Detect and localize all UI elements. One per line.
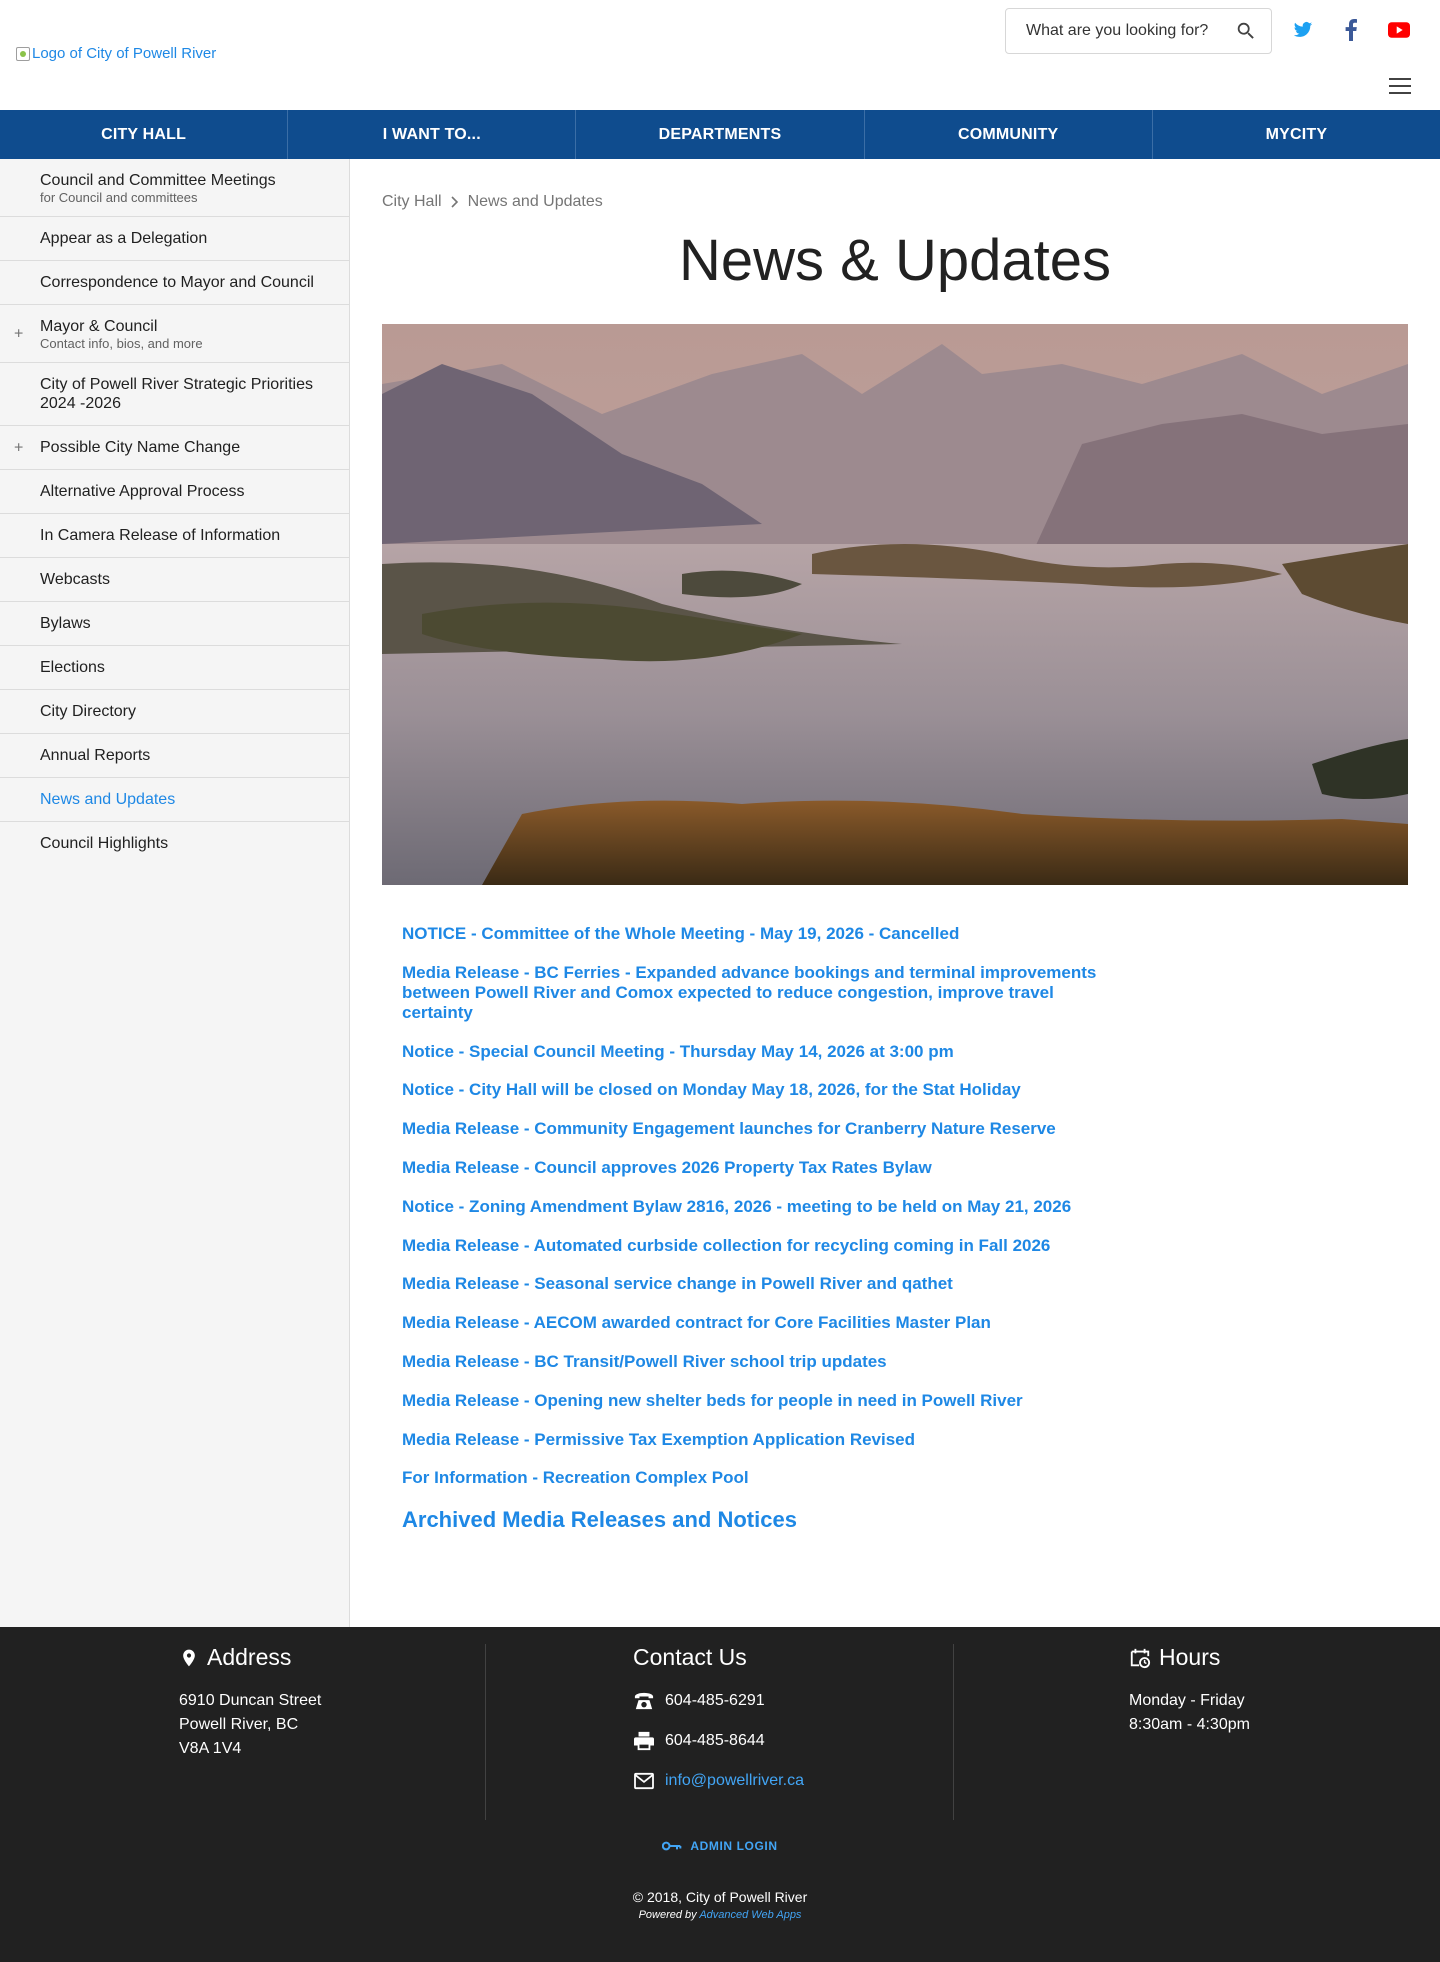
- breadcrumb-city-hall[interactable]: City Hall: [382, 193, 442, 211]
- email-icon: [634, 1772, 654, 1790]
- news-link[interactable]: Media Release - BC Ferries - Expanded ad…: [402, 963, 1122, 1023]
- footer-contact: Contact Us 604-485-6291 604-485-8644 inf…: [633, 1644, 804, 1790]
- sidebar-item-correspondence[interactable]: Correspondence to Mayor and Council: [0, 261, 349, 305]
- powered-by: Powered by Advanced Web Apps: [638, 1909, 802, 1921]
- expand-plus-icon[interactable]: +: [14, 438, 23, 457]
- sidebar-item-bylaws[interactable]: Bylaws: [0, 602, 349, 646]
- news-link[interactable]: Media Release - AECOM awarded contract f…: [402, 1313, 1302, 1333]
- nav-city-hall[interactable]: CITY HALL: [0, 110, 289, 159]
- search-icon[interactable]: [1235, 20, 1257, 42]
- sidebar-item-annual-reports[interactable]: Annual Reports: [0, 734, 349, 778]
- phone-icon: [634, 1692, 654, 1710]
- news-link[interactable]: Media Release - Permissive Tax Exemption…: [402, 1430, 1302, 1450]
- main-nav: CITY HALL I WANT TO... DEPARTMENTS COMMU…: [0, 110, 1440, 159]
- sidebar: Council and Committee Meetings for Counc…: [0, 159, 350, 1627]
- email-link[interactable]: info@powellriver.ca: [665, 1772, 804, 1790]
- sidebar-item-city-directory[interactable]: City Directory: [0, 690, 349, 734]
- nav-community[interactable]: COMMUNITY: [865, 110, 1153, 159]
- address-line: 6910 Duncan Street: [179, 1692, 322, 1709]
- sidebar-item-council-highlights[interactable]: Council Highlights: [0, 822, 349, 865]
- news-link[interactable]: NOTICE - Committee of the Whole Meeting …: [402, 924, 1302, 944]
- news-link[interactable]: Media Release - Council approves 2026 Pr…: [402, 1158, 1302, 1178]
- sidebar-item-webcasts[interactable]: Webcasts: [0, 558, 349, 602]
- news-link[interactable]: Media Release - BC Transit/Powell River …: [402, 1352, 1302, 1372]
- sidebar-item-approval-process[interactable]: Alternative Approval Process: [0, 470, 349, 514]
- page-title: News & Updates: [679, 228, 1111, 293]
- nav-i-want-to[interactable]: I WANT TO...: [288, 110, 577, 159]
- sidebar-item-delegation[interactable]: Appear as a Delegation: [0, 217, 349, 261]
- sidebar-item-strategic-priorities[interactable]: City of Powell River Strategic Prioritie…: [0, 363, 349, 426]
- sidebar-item-council-meetings[interactable]: Council and Committee Meetings for Counc…: [0, 159, 349, 217]
- site-logo[interactable]: Logo of City of Powell River: [16, 45, 216, 62]
- footer-hours: Hours Monday - Friday 8:30am - 4:30pm: [1129, 1644, 1379, 1820]
- footer-divider: [485, 1644, 486, 1820]
- powered-by-link[interactable]: Advanced Web Apps: [699, 1909, 801, 1921]
- sidebar-item-elections[interactable]: Elections: [0, 646, 349, 690]
- calendar-clock-icon: [1130, 1648, 1151, 1668]
- footer-divider: [953, 1644, 954, 1820]
- facebook-icon[interactable]: [1339, 18, 1363, 42]
- logo-alt-text: Logo of City of Powell River: [32, 45, 217, 62]
- hero-landscape-image: [382, 324, 1408, 885]
- copyright-text: © 2018, City of Powell River: [632, 1889, 808, 1905]
- location-pin-icon: [183, 1649, 195, 1666]
- nav-mycity[interactable]: MYCITY: [1153, 110, 1440, 159]
- site-header: Logo of City of Powell River: [0, 0, 1440, 110]
- address-line: V8A 1V4: [179, 1740, 242, 1757]
- hours-line: Monday - Friday: [1129, 1692, 1245, 1709]
- fax-number: 604-485-8644: [665, 1732, 765, 1749]
- sidebar-item-mayor-council[interactable]: + Mayor & Council Contact info, bios, an…: [0, 305, 349, 363]
- search-input[interactable]: [1026, 22, 1235, 40]
- hours-line: 8:30am - 4:30pm: [1129, 1716, 1250, 1733]
- expand-plus-icon[interactable]: +: [14, 324, 23, 343]
- twitter-icon[interactable]: [1291, 18, 1315, 42]
- menu-icon[interactable]: [1389, 78, 1411, 94]
- news-link[interactable]: Notice - Special Council Meeting - Thurs…: [402, 1042, 1302, 1062]
- news-link[interactable]: Media Release - Seasonal service change …: [402, 1274, 1302, 1294]
- key-icon: [662, 1841, 682, 1851]
- footer-address: Address 6910 Duncan Street Powell River,…: [179, 1644, 479, 1820]
- breadcrumb: City Hall News and Updates: [382, 193, 603, 211]
- news-link[interactable]: Media Release - Automated curbside colle…: [402, 1236, 1302, 1256]
- phone-number[interactable]: 604-485-6291: [665, 1692, 765, 1710]
- news-link[interactable]: Media Release - Opening new shelter beds…: [402, 1391, 1302, 1411]
- archive-link[interactable]: Archived Media Releases and Notices: [402, 1507, 1302, 1533]
- sidebar-item-news-updates[interactable]: News and Updates: [0, 778, 349, 822]
- breadcrumb-current: News and Updates: [467, 193, 603, 210]
- sidebar-item-in-camera[interactable]: In Camera Release of Information: [0, 514, 349, 558]
- main-content: City Hall News and Updates News & Update…: [350, 159, 1440, 1627]
- broken-image-icon: [16, 46, 30, 61]
- news-list: NOTICE - Committee of the Whole Meeting …: [402, 924, 1302, 1533]
- news-link[interactable]: Media Release - Community Engagement lau…: [402, 1119, 1302, 1139]
- search-box: [1005, 8, 1272, 54]
- site-footer: Address 6910 Duncan Street Powell River,…: [0, 1627, 1440, 1962]
- chevron-right-icon: [450, 196, 458, 208]
- admin-login-link[interactable]: ADMIN LOGIN: [0, 1839, 1440, 1853]
- nav-departments[interactable]: DEPARTMENTS: [576, 110, 865, 159]
- address-line: Powell River, BC: [179, 1716, 299, 1733]
- youtube-icon[interactable]: [1387, 18, 1411, 42]
- news-link[interactable]: For Information - Recreation Complex Poo…: [402, 1468, 1302, 1488]
- sidebar-item-name-change[interactable]: + Possible City Name Change: [0, 426, 349, 470]
- news-link[interactable]: Notice - Zoning Amendment Bylaw 2816, 20…: [402, 1197, 1302, 1217]
- fax-printer-icon: [634, 1731, 654, 1751]
- news-link[interactable]: Notice - City Hall will be closed on Mon…: [402, 1080, 1302, 1100]
